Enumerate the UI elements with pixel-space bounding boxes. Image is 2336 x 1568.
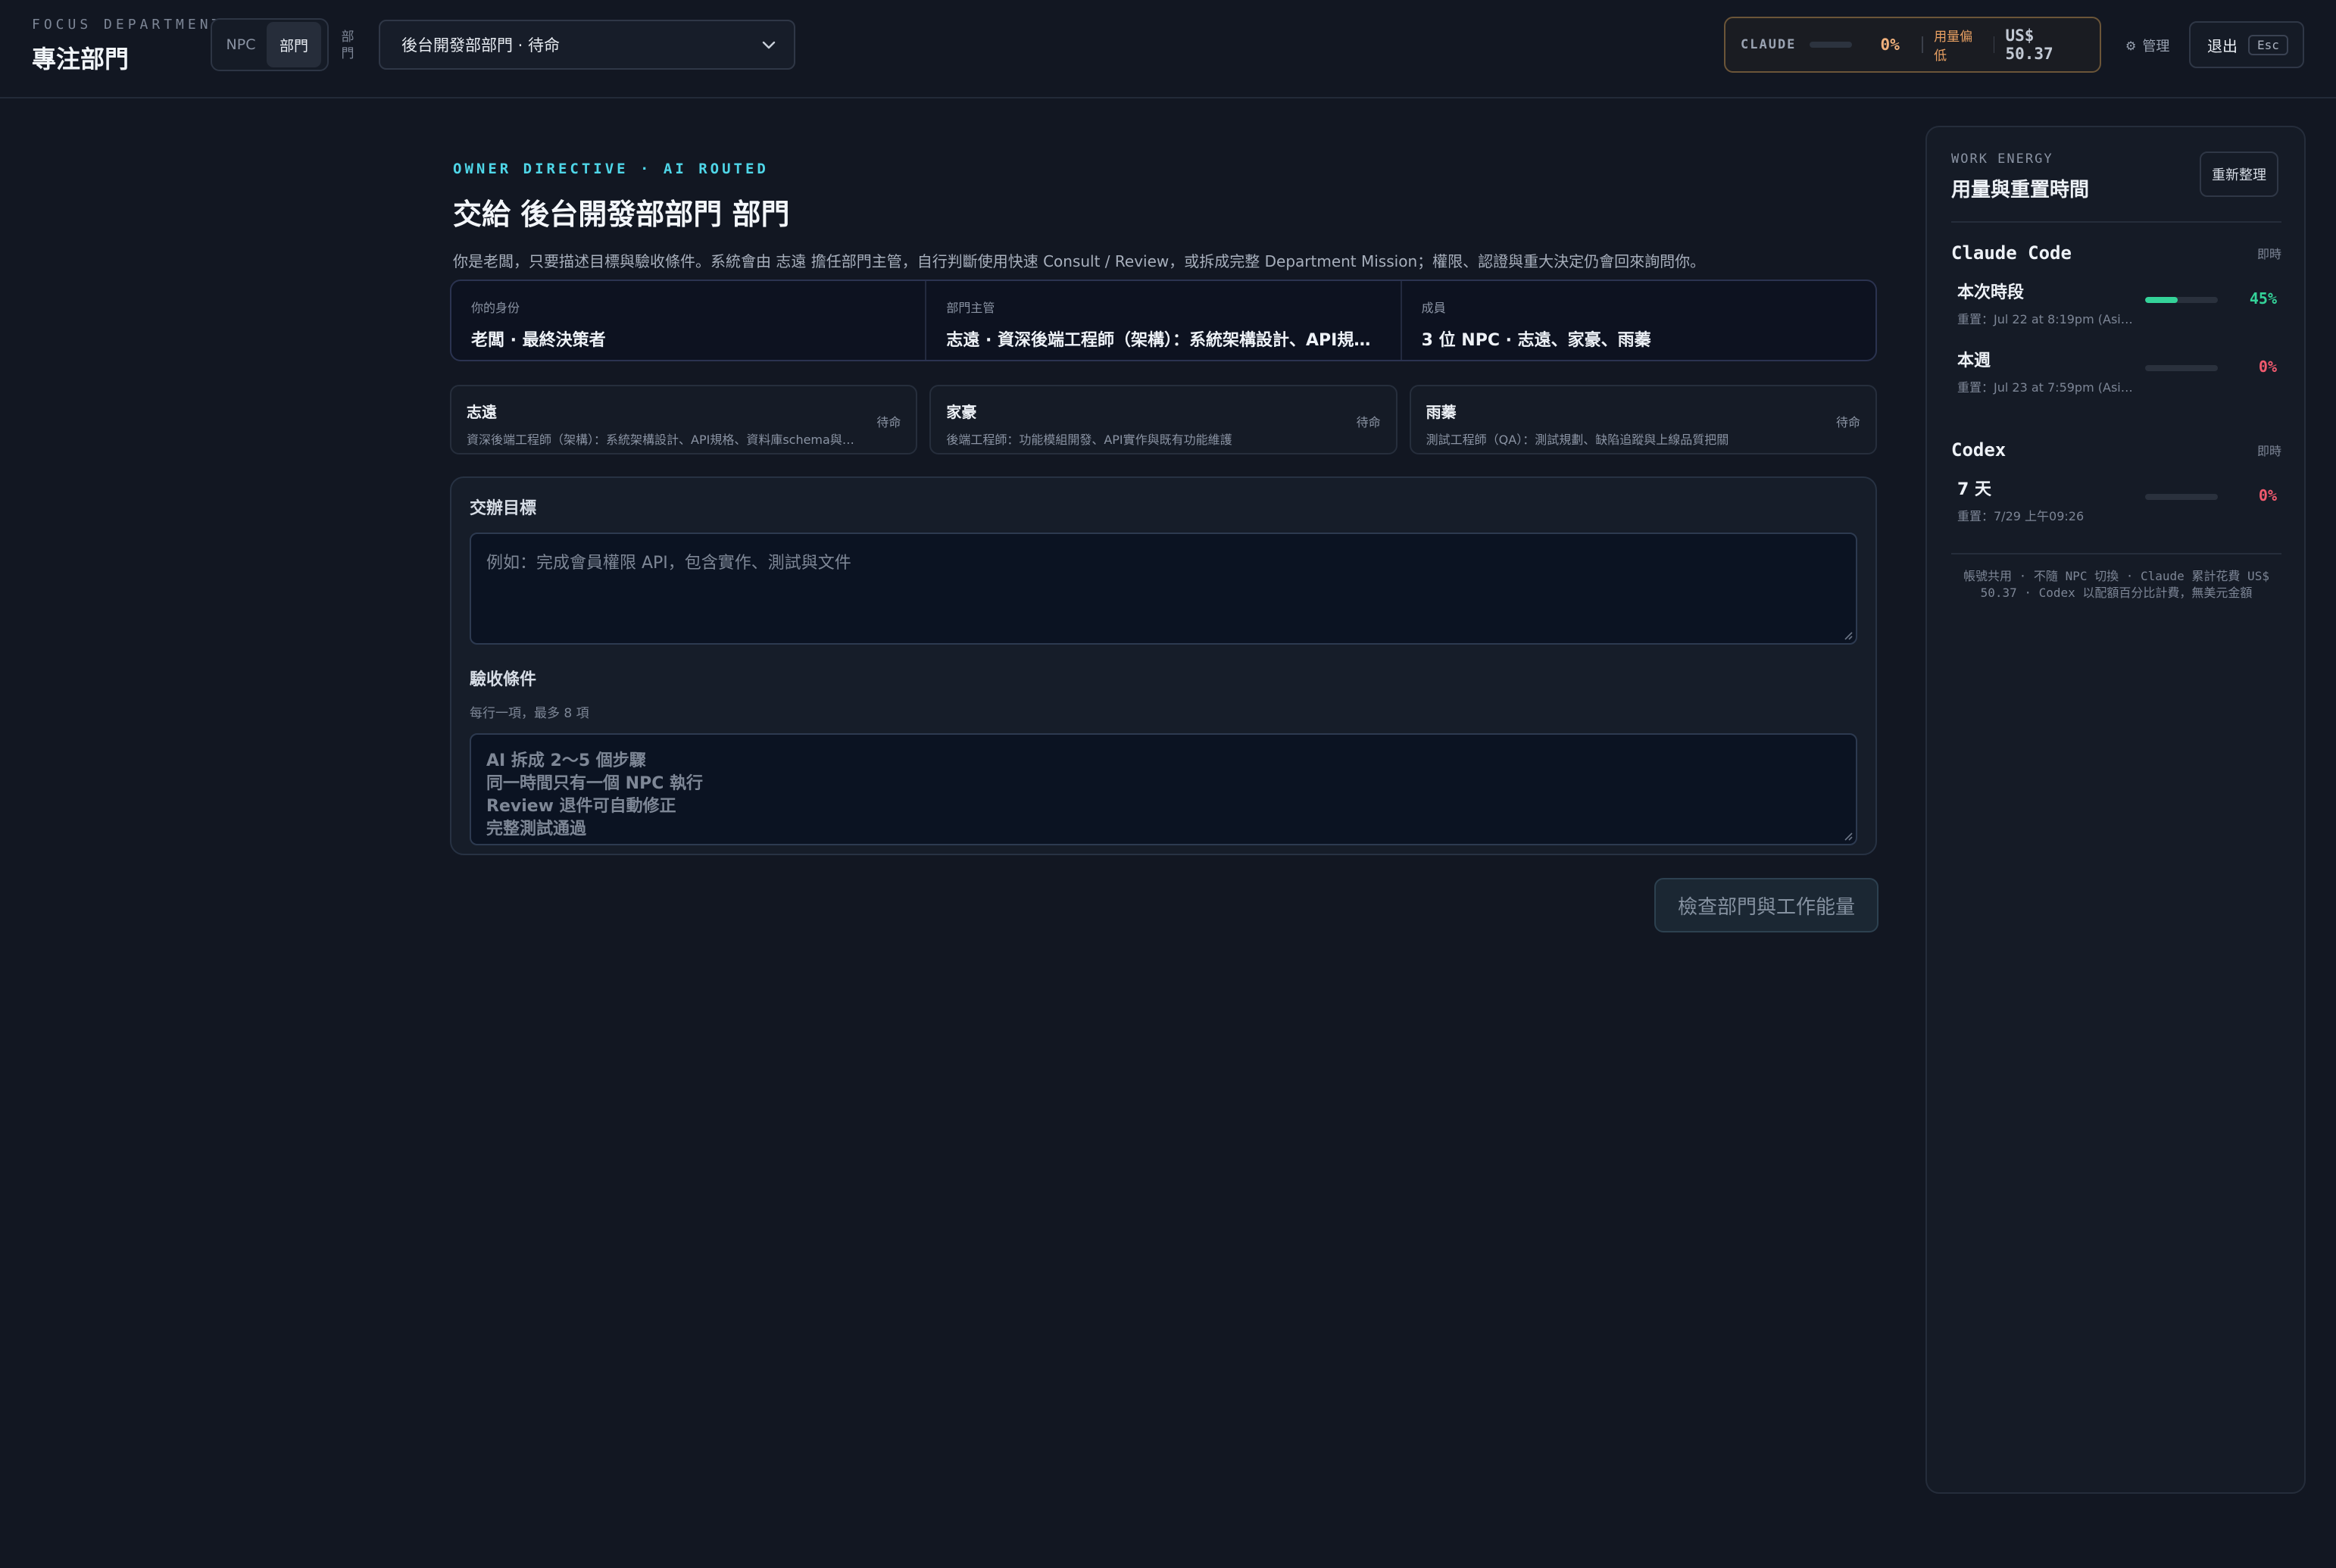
usage-cost: US$ 50.37 [2005, 27, 2053, 63]
usage-row-reset: 重置：Jul 23 at 7:59pm (Asia/Taipei) [1957, 380, 2139, 395]
main-content: OWNER DIRECTIVE · AI ROUTED 交給 後台開發部部門 部… [450, 161, 1878, 932]
usage-row: 本次時段 重置：Jul 22 at 8:19pm (Asia/Taipei) 4… [1951, 279, 2281, 347]
department-select[interactable]: 後台開發部部門 · 待命 [379, 20, 795, 70]
goal-label: 交辦目標 [470, 499, 537, 518]
mode-department-button[interactable]: 部門 [267, 22, 321, 67]
npc-name: 家豪 [946, 403, 977, 421]
npc-card[interactable]: 志遠 資深後端工程師（架構）：系統架構設計、API規格、資料庫schema與技術… [450, 385, 918, 454]
codex-section: Codex 即時 7 天 重置：7/29 上午09:26 0% [1951, 439, 2281, 544]
mode-npc-button[interactable]: NPC [215, 22, 267, 67]
goal-textarea[interactable]: 例如：完成會員權限 API，包含實作、測試與文件 [470, 533, 1857, 645]
exit-shortcut-key: Esc [2248, 34, 2288, 55]
manage-link[interactable]: ⚙ 管理 [2125, 33, 2169, 58]
mode-toggle: NPC 部門 [211, 18, 329, 71]
usage-row: 7 天 重置：7/29 上午09:26 0% [1951, 476, 2281, 544]
npc-role: 測試工程師（QA）：測試規劃、缺陷追蹤與上線品質把關 [1426, 433, 1729, 447]
npc-name: 雨蓁 [1426, 403, 1457, 421]
claude-code-title: Claude Code [1951, 242, 2072, 264]
brand-kicker: FOCUS DEPARTMENT [32, 17, 224, 33]
usage-pill[interactable]: CLAUDE 0% 用量偏低 US$ 50.37 [1724, 17, 2101, 73]
acceptance-placeholder-line: AI 拆成 2～5 個步驟 [486, 751, 646, 770]
usage-bar [2145, 365, 2218, 371]
exit-label: 退出 [2207, 36, 2238, 55]
resize-handle-icon[interactable] [1842, 629, 1853, 640]
usage-bar [1810, 42, 1852, 48]
npc-card[interactable]: 家豪 後端工程師：功能模組開發、API實作與既有功能維護 待命 [929, 385, 1398, 454]
usage-row-reset: 重置：Jul 22 at 8:19pm (Asia/Taipei) [1957, 312, 2139, 326]
department-select-value: 後台開發部部門 · 待命 [401, 36, 561, 55]
energy-title: 用量與重置時間 [1951, 179, 2090, 201]
exit-button[interactable]: 退出 Esc [2189, 21, 2304, 68]
usage-percent: 0% [1880, 36, 1900, 54]
usage-divider-2 [1993, 36, 1995, 53]
goal-placeholder: 例如：完成會員權限 API，包含實作、測試與文件 [486, 554, 851, 573]
page-title: 交給 後台開發部部門 部門 [453, 198, 790, 231]
usage-bar [2145, 494, 2218, 500]
refresh-button[interactable]: 重新整理 [2200, 151, 2278, 197]
usage-row-percent: 45% [2249, 289, 2277, 308]
live-indicator: 即時 [2256, 247, 2281, 261]
info-label: 部門主管 [946, 301, 995, 315]
acceptance-label: 驗收條件 [470, 670, 537, 689]
brand: FOCUS DEPARTMENT 專注部門 [32, 17, 223, 75]
directive-form: 交辦目標 例如：完成會員權限 API，包含實作、測試與文件 驗收條件 每行一項，… [450, 476, 1877, 855]
usage-divider [1922, 36, 1924, 53]
usage-bar [2145, 297, 2218, 303]
energy-kicker: WORK ENERGY [1951, 151, 2053, 167]
usage-row-name: 本週 [1957, 351, 1991, 370]
info-members: 成員 3 位 NPC · 志遠、家豪、雨蓁 [1402, 281, 1875, 360]
acceptance-hint: 每行一項，最多 8 項 [470, 706, 589, 721]
brand-title: 專注部門 [32, 45, 130, 73]
npc-list: 志遠 資深後端工程師（架構）：系統架構設計、API規格、資料庫schema與技術… [450, 385, 1877, 454]
energy-footnote: 帳號共用 · 不隨 NPC 切換 · Claude 累計花費 US$ 50.37… [1963, 569, 2269, 600]
claude-code-header: Claude Code 即時 [1951, 242, 2281, 264]
info-value: 老闆 · 最終決策者 [471, 331, 606, 350]
codex-title: Codex [1951, 439, 2007, 461]
energy-divider [1951, 221, 2281, 223]
resize-handle-icon[interactable] [1842, 830, 1853, 841]
acceptance-placeholder-line: Review 退件可自動修正 [486, 797, 676, 816]
live-indicator: 即時 [2256, 444, 2281, 458]
page-description: 你是老闆，只要描述目標與驗收條件。系統會由 志遠 擔任部門主管，自行判斷使用快速… [453, 252, 1706, 270]
work-energy-panel: WORK ENERGY 用量與重置時間 重新整理 Claude Code 即時 … [1925, 126, 2306, 1494]
npc-status: 待命 [1356, 415, 1381, 429]
info-identity: 你的身份 老闆 · 最終決策者 [451, 281, 927, 360]
check-department-button[interactable]: 檢查部門與工作能量 [1654, 878, 1878, 932]
usage-row-percent: 0% [2258, 486, 2277, 504]
info-label: 你的身份 [471, 301, 520, 315]
usage-warning: 用量偏低 [1934, 30, 1973, 64]
claude-code-section: Claude Code 即時 本次時段 重置：Jul 22 at 8:19pm … [1951, 242, 2281, 415]
gear-icon: ⚙ [2125, 38, 2137, 53]
info-label: 成員 [1421, 301, 1446, 315]
codex-header: Codex 即時 [1951, 439, 2281, 461]
usage-row-reset: 重置：7/29 上午09:26 [1957, 509, 2085, 523]
department-vertical-label: 部門 [341, 30, 354, 61]
acceptance-placeholder-line: 同一時間只有一個 NPC 執行 [486, 774, 704, 793]
chevron-down-icon [762, 41, 776, 49]
usage-row-name: 7 天 [1957, 480, 1991, 499]
npc-name: 志遠 [467, 403, 497, 421]
info-manager: 部門主管 志遠 · 資深後端工程師（架構）：系統架構設計、API規格、資料庫sc… [926, 281, 1402, 360]
info-value: 志遠 · 資深後端工程師（架構）：系統架構設計、API規格、資料庫schema與… [946, 331, 1380, 350]
energy-divider [1951, 553, 2281, 554]
npc-role: 資深後端工程師（架構）：系統架構設計、API規格、資料庫schema與技術選型 [467, 433, 860, 447]
directive-kicker: OWNER DIRECTIVE · AI ROUTED [453, 161, 769, 177]
npc-status: 待命 [1835, 415, 1860, 429]
usage-bar-fill [2145, 297, 2178, 303]
npc-card[interactable]: 雨蓁 測試工程師（QA）：測試規劃、缺陷追蹤與上線品質把關 待命 [1409, 385, 1877, 454]
acceptance-textarea[interactable]: AI 拆成 2～5 個步驟 同一時間只有一個 NPC 執行 Review 退件可… [470, 733, 1857, 845]
manage-label: 管理 [2142, 39, 2170, 55]
usage-row-name: 本次時段 [1957, 283, 2025, 302]
usage-label: CLAUDE [1741, 37, 1797, 52]
usage-row: 本週 重置：Jul 23 at 7:59pm (Asia/Taipei) 0% [1951, 347, 2281, 415]
top-bar: FOCUS DEPARTMENT 專注部門 NPC 部門 部門 後台開發部部門 … [0, 0, 2336, 98]
npc-status: 待命 [876, 415, 901, 429]
info-value: 3 位 NPC · 志遠、家豪、雨蓁 [1421, 331, 1651, 350]
npc-role: 後端工程師：功能模組開發、API實作與既有功能維護 [946, 433, 1232, 447]
acceptance-placeholder-line: 完整測試通過 [486, 820, 587, 839]
usage-row-percent: 0% [2258, 358, 2277, 376]
department-info-card: 你的身份 老闆 · 最終決策者 部門主管 志遠 · 資深後端工程師（架構）：系統… [450, 280, 1877, 361]
